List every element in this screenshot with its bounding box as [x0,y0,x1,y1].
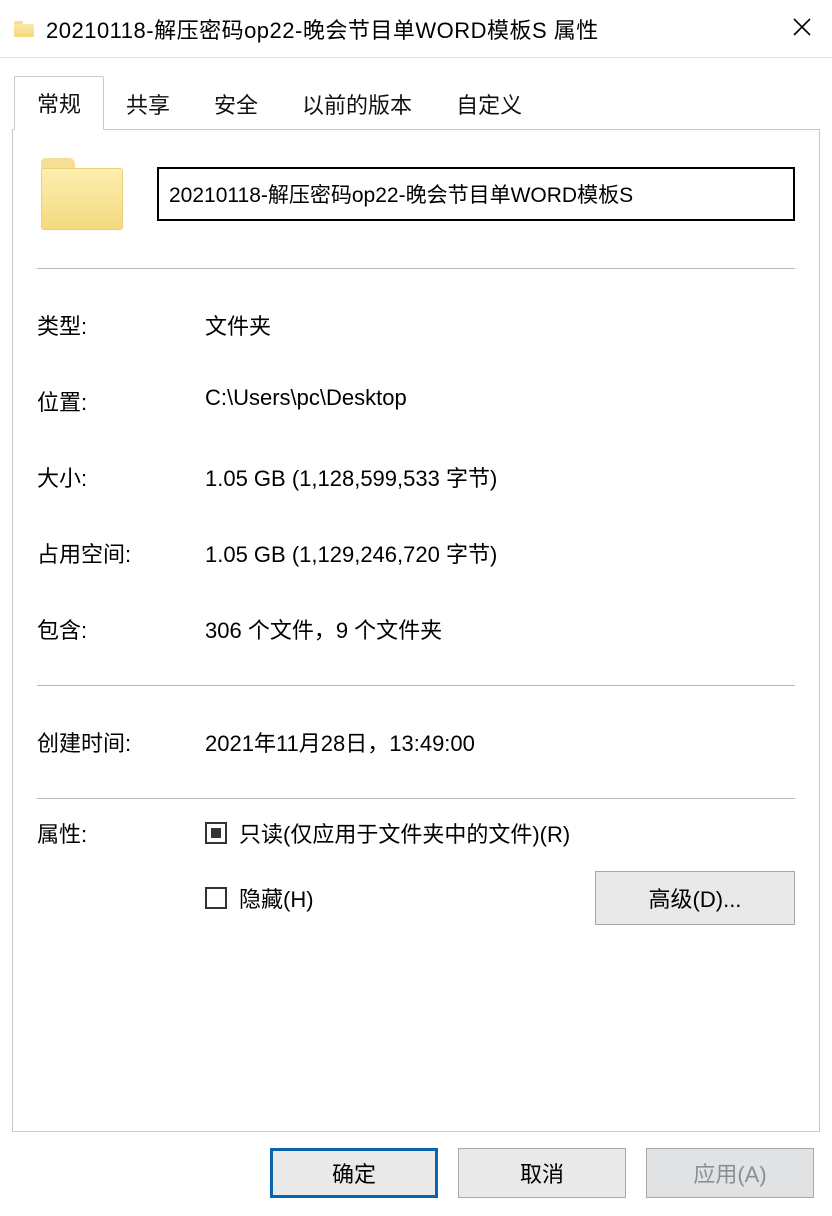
readonly-checkbox[interactable] [205,822,227,844]
label-size: 大小: [37,461,205,493]
row-location: 位置: C:\Users\pc\Desktop [37,385,795,417]
row-contains: 包含: 306 个文件，9 个文件夹 [37,613,795,645]
row-size: 大小: 1.05 GB (1,128,599,533 字节) [37,461,795,493]
tab-previous-versions[interactable]: 以前的版本 [280,78,434,130]
hidden-row[interactable]: 隐藏(H) [205,882,314,914]
hidden-checkbox[interactable] [205,887,227,909]
value-size: 1.05 GB (1,128,599,533 字节) [205,461,795,493]
separator [37,685,795,686]
row-size-on-disk: 占用空间: 1.05 GB (1,129,246,720 字节) [37,537,795,569]
properties-dialog: 20210118-解压密码op22-晚会节目单WORD模板S 属性 常规 共享 … [0,0,832,1216]
folder-icon [14,21,34,37]
value-location: C:\Users\pc\Desktop [205,385,795,411]
apply-button[interactable]: 应用(A) [646,1148,814,1198]
value-created: 2021年11月28日，13:49:00 [205,726,795,758]
label-attributes: 属性: [37,817,205,849]
folder-name-input[interactable] [157,167,795,221]
close-button[interactable] [772,16,832,42]
label-contains: 包含: [37,613,205,645]
ok-button[interactable]: 确定 [270,1148,438,1198]
attributes-block: 属性: 只读(仅应用于文件夹中的文件)(R) 隐藏(H) 高级(D)... [37,817,795,925]
tab-row: 常规 共享 安全 以前的版本 自定义 [0,58,832,130]
tab-share[interactable]: 共享 [104,78,192,130]
separator [37,268,795,269]
name-row [37,158,795,230]
window-title: 20210118-解压密码op22-晚会节目单WORD模板S 属性 [46,13,772,45]
label-type: 类型: [37,309,205,341]
tab-custom[interactable]: 自定义 [434,78,544,130]
value-size-on-disk: 1.05 GB (1,129,246,720 字节) [205,537,795,569]
tab-general[interactable]: 常规 [14,76,104,130]
dialog-footer: 确定 取消 应用(A) [0,1132,832,1216]
separator [37,798,795,799]
close-icon [793,18,811,36]
value-type: 文件夹 [205,309,795,341]
label-location: 位置: [37,385,205,417]
readonly-row[interactable]: 只读(仅应用于文件夹中的文件)(R) [205,817,795,849]
readonly-label: 只读(仅应用于文件夹中的文件)(R) [239,817,570,849]
titlebar: 20210118-解压密码op22-晚会节目单WORD模板S 属性 [0,0,832,58]
row-created: 创建时间: 2021年11月28日，13:49:00 [37,726,795,758]
value-contains: 306 个文件，9 个文件夹 [205,613,795,645]
cancel-button[interactable]: 取消 [458,1148,626,1198]
advanced-button[interactable]: 高级(D)... [595,871,795,925]
label-size-on-disk: 占用空间: [37,537,205,569]
general-panel: 类型: 文件夹 位置: C:\Users\pc\Desktop 大小: 1.05… [12,130,820,1132]
folder-large-icon [37,158,127,230]
row-type: 类型: 文件夹 [37,309,795,341]
hidden-label: 隐藏(H) [239,882,314,914]
tab-security[interactable]: 安全 [192,78,280,130]
label-created: 创建时间: [37,726,205,758]
